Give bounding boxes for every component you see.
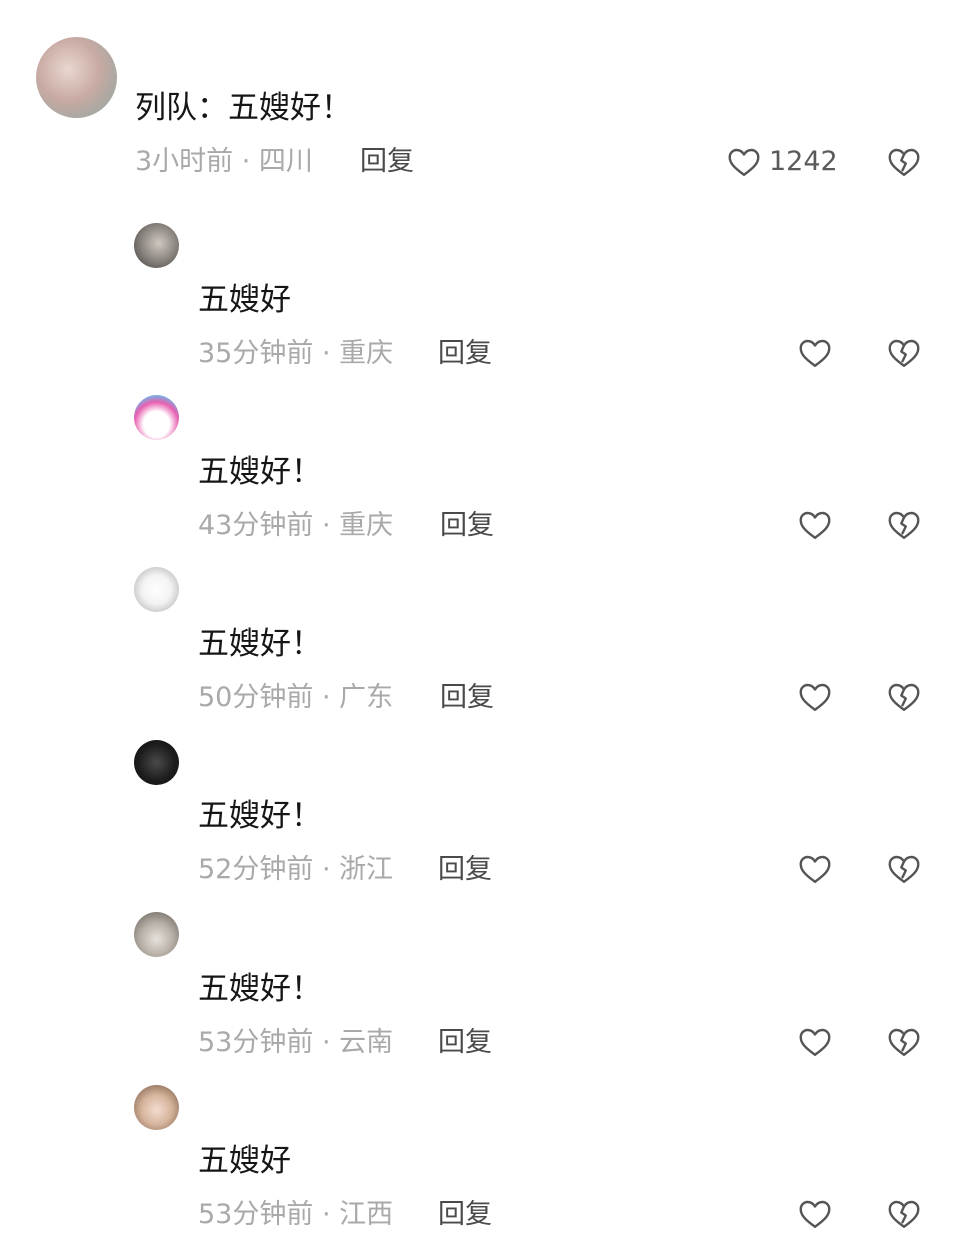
- comment-meta: 50分钟前 · 广东: [198, 682, 394, 713]
- avatar[interactable]: [134, 567, 179, 612]
- broken-heart-icon[interactable]: [886, 335, 922, 371]
- comment-meta: 53分钟前 · 云南: [198, 1027, 394, 1058]
- reply-button[interactable]: 回复: [438, 1199, 492, 1231]
- reply-button[interactable]: 回复: [360, 146, 414, 178]
- comment-meta: 35分钟前 · 重庆: [198, 338, 394, 369]
- comment-meta: 43分钟前 · 重庆: [198, 510, 394, 541]
- heart-outline-icon[interactable]: [797, 1196, 833, 1232]
- comment-thread: 列队：五嫂好！ 3小时前 · 四川 回复 1242 五嫂好 35分钟前 · 重庆…: [0, 0, 960, 1249]
- heart-outline-icon[interactable]: [797, 851, 833, 887]
- heart-outline-icon[interactable]: [797, 1024, 833, 1060]
- comment-text: 五嫂好: [198, 1143, 291, 1179]
- broken-heart-icon[interactable]: [886, 507, 922, 543]
- broken-heart-icon[interactable]: [886, 851, 922, 887]
- avatar[interactable]: [134, 395, 179, 440]
- heart-outline-icon[interactable]: [797, 507, 833, 543]
- comment-text: 五嫂好！: [198, 454, 322, 490]
- heart-outline-icon[interactable]: [726, 144, 762, 180]
- avatar[interactable]: [134, 223, 179, 268]
- reply-button[interactable]: 回复: [438, 1027, 492, 1059]
- broken-heart-icon[interactable]: [886, 144, 922, 180]
- avatar[interactable]: [36, 37, 117, 118]
- comment-text: 五嫂好: [198, 282, 291, 318]
- reply-button[interactable]: 回复: [438, 338, 492, 370]
- comment-meta: 52分钟前 · 浙江: [198, 854, 394, 885]
- like-count: 1242: [769, 146, 838, 177]
- heart-outline-icon[interactable]: [797, 679, 833, 715]
- avatar[interactable]: [134, 912, 179, 957]
- reply-button[interactable]: 回复: [440, 510, 494, 542]
- comment-meta: 53分钟前 · 江西: [198, 1199, 394, 1230]
- broken-heart-icon[interactable]: [886, 1024, 922, 1060]
- heart-outline-icon[interactable]: [797, 335, 833, 371]
- comment-text: 五嫂好！: [198, 798, 322, 834]
- avatar[interactable]: [134, 1085, 179, 1130]
- reply-button[interactable]: 回复: [440, 682, 494, 714]
- avatar[interactable]: [134, 740, 179, 785]
- broken-heart-icon[interactable]: [886, 1196, 922, 1232]
- reply-button[interactable]: 回复: [438, 854, 492, 886]
- broken-heart-icon[interactable]: [886, 679, 922, 715]
- comment-meta: 3小时前 · 四川: [135, 146, 313, 177]
- comment-text: 五嫂好！: [198, 626, 322, 662]
- comment-text: 列队：五嫂好！: [135, 90, 352, 126]
- comment-text: 五嫂好！: [198, 971, 322, 1007]
